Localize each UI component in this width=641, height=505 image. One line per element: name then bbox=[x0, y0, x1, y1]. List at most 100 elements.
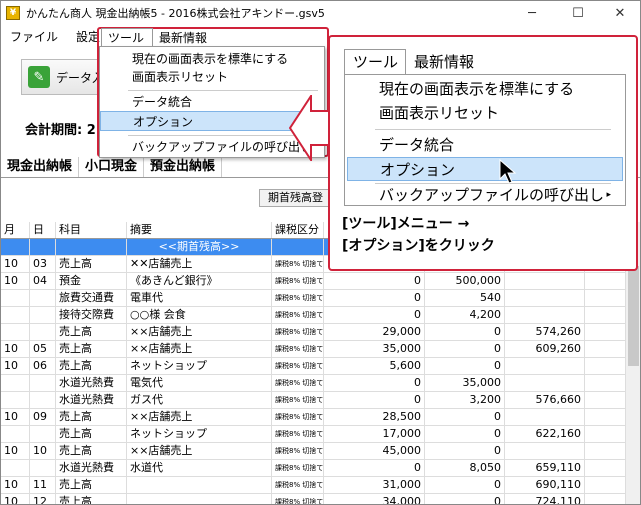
table-body: <<期首残高>> 10 03 売上高 ✕✕店舗売上 課税8% 切捨て 10 04 預金 《あきんど… bbox=[1, 239, 625, 504]
cell-account: 旅費交通費 bbox=[56, 290, 127, 306]
tab-petty-cash[interactable]: 小口現金 bbox=[79, 157, 145, 177]
cell-tax: 課税8% 切捨て bbox=[272, 392, 324, 408]
cell-day: 10 bbox=[30, 443, 56, 459]
cell-description: ××店舗売上 bbox=[127, 409, 272, 425]
table-row[interactable]: 10 06 売上高 ネットショップ 課税8% 切捨て 5,600 0 bbox=[1, 358, 625, 375]
cell-tax: 課税8% 切捨て bbox=[272, 341, 324, 357]
menu-separator bbox=[128, 90, 318, 91]
table-row[interactable]: 水道光熱費 ガス代 課税8% 切捨て 0 3,200 576,660 bbox=[1, 392, 625, 409]
cell-expense: 0 bbox=[425, 358, 505, 374]
cell-day: 05 bbox=[30, 341, 56, 357]
table-row[interactable]: 10 12 売上高 課税8% 切捨て 34,000 0 724,110 bbox=[1, 494, 625, 504]
cell-expense: 35,000 bbox=[425, 375, 505, 391]
cell-balance: 622,160 bbox=[505, 426, 585, 442]
cell-day bbox=[30, 375, 56, 391]
cell-expense: 500,000 bbox=[425, 273, 505, 289]
cell-expense: 4,200 bbox=[425, 307, 505, 323]
cell-expense: 8,050 bbox=[425, 460, 505, 476]
cell-month: 10 bbox=[1, 443, 30, 459]
cell-tax: 課税8% 切捨て bbox=[272, 375, 324, 391]
zoom-item-load-backup: バックアップファイルの呼び出し ▸ bbox=[345, 183, 625, 207]
cell-month bbox=[1, 392, 30, 408]
cell-balance: 690,110 bbox=[505, 477, 585, 493]
zoom-tool-dropdown: 現在の画面表示を標準にする 画面表示リセット データ統合 オプション バックアッ… bbox=[344, 74, 626, 206]
cell-balance: 659,110 bbox=[505, 460, 585, 476]
table-row[interactable]: 水道光熱費 水道代 課税8% 切捨て 0 8,050 659,110 bbox=[1, 460, 625, 477]
maximize-button[interactable]: ☐ bbox=[557, 1, 599, 25]
cell-month: 10 bbox=[1, 358, 30, 374]
zoom-callout: ツール 最新情報 現在の画面表示を標準にする 画面表示リセット データ統合 オプ… bbox=[328, 35, 638, 271]
cell-tax: 課税8% 切捨て bbox=[272, 358, 324, 374]
close-button[interactable]: ✕ bbox=[599, 1, 640, 25]
cell-tax bbox=[272, 239, 324, 255]
cell-tax: 課税8% 切捨て bbox=[272, 273, 324, 289]
col-day: 日 bbox=[30, 222, 56, 238]
cell-account: 水道光熱費 bbox=[56, 375, 127, 391]
opening-balance-button[interactable]: 期首残高登 bbox=[259, 189, 339, 207]
zoom-item-reset-view: 画面表示リセット bbox=[379, 104, 500, 122]
tab-deposit-ledger[interactable]: 預金出納帳 bbox=[144, 157, 223, 177]
cell-balance: 609,260 bbox=[505, 341, 585, 357]
accounting-period-label: 会計期間: 2 bbox=[25, 123, 96, 138]
cell-income: 31,000 bbox=[324, 477, 425, 493]
cell-income: 0 bbox=[324, 290, 425, 306]
cell-month: 10 bbox=[1, 409, 30, 425]
cell-description: ××店舗売上 bbox=[127, 324, 272, 340]
cell-month bbox=[1, 290, 30, 306]
cell-tax: 課税8% 切捨て bbox=[272, 409, 324, 425]
table-row[interactable]: 10 09 売上高 ××店舗売上 課税8% 切捨て 28,500 0 bbox=[1, 409, 625, 426]
cell-account: 水道光熱費 bbox=[56, 392, 127, 408]
menu-news[interactable]: 最新情報 bbox=[159, 28, 207, 48]
cell-month: 10 bbox=[1, 494, 30, 504]
zoom-item-load-backup-label: バックアップファイルの呼び出し bbox=[379, 186, 605, 204]
cell-account: 売上高 bbox=[56, 426, 127, 442]
cell-balance bbox=[505, 290, 585, 306]
cell-tax: 課税8% 切捨て bbox=[272, 290, 324, 306]
table-row[interactable]: 10 05 売上高 ××店舗売上 課税8% 切捨て 35,000 0 609,260 bbox=[1, 341, 625, 358]
cell-month bbox=[1, 375, 30, 391]
minimize-button[interactable]: ─ bbox=[511, 1, 553, 25]
menu-tool[interactable]: ツール bbox=[101, 28, 153, 48]
table-row[interactable]: 10 11 売上高 課税8% 切捨て 31,000 0 690,110 bbox=[1, 477, 625, 494]
table-row[interactable]: 売上高 ××店舗売上 課税8% 切捨て 29,000 0 574,260 bbox=[1, 324, 625, 341]
table-row[interactable]: 水道光熱費 電気代 課税8% 切捨て 0 35,000 bbox=[1, 375, 625, 392]
cell-day bbox=[30, 324, 56, 340]
tab-cash-ledger[interactable]: 現金出納帳 bbox=[1, 157, 80, 177]
cell-day: 06 bbox=[30, 358, 56, 374]
app-icon: ¥ bbox=[6, 6, 20, 20]
cell-description bbox=[127, 477, 272, 493]
scrollbar-thumb[interactable] bbox=[628, 266, 639, 366]
menu-file[interactable]: ファイル bbox=[1, 26, 67, 48]
cell-description: ××店舗売上 bbox=[127, 443, 272, 459]
cell-income: 35,000 bbox=[324, 341, 425, 357]
cell-tax: 課税8% 切捨て bbox=[272, 443, 324, 459]
caption-line-2: [オプション]をクリック bbox=[342, 238, 495, 254]
cell-expense: 540 bbox=[425, 290, 505, 306]
cell-day bbox=[30, 460, 56, 476]
table-row[interactable]: 10 04 預金 《あきんど銀行》 課税8% 切捨て 0 500,000 bbox=[1, 273, 625, 290]
table-row[interactable]: 旅費交通費 電車代 課税8% 切捨て 0 540 bbox=[1, 290, 625, 307]
cell-account: 売上高 bbox=[56, 494, 127, 504]
cell-account: 接待交際費 bbox=[56, 307, 127, 323]
menu-item-reset-view[interactable]: 画面表示リセット bbox=[100, 67, 324, 87]
window-title: かんたん商人 現金出納帳5 - 2016株式会社アキンドー.gsv5 bbox=[26, 7, 325, 20]
cell-balance bbox=[505, 409, 585, 425]
cell-description bbox=[127, 494, 272, 504]
cell-income: 34,000 bbox=[324, 494, 425, 504]
data-entry-button[interactable]: ✎ データ入 bbox=[21, 59, 109, 95]
cell-description: ○○様 会食 bbox=[127, 307, 272, 323]
cell-day: 04 bbox=[30, 273, 56, 289]
cell-month bbox=[1, 239, 30, 255]
table-row[interactable]: 10 10 売上高 ××店舗売上 課税8% 切捨て 45,000 0 bbox=[1, 443, 625, 460]
cell-balance bbox=[505, 358, 585, 374]
cell-income: 0 bbox=[324, 375, 425, 391]
col-description: 摘要 bbox=[127, 222, 272, 238]
cell-account: 売上高 bbox=[56, 358, 127, 374]
menu-item-set-default-view[interactable]: 現在の画面表示を標準にする bbox=[100, 49, 324, 69]
cell-month bbox=[1, 460, 30, 476]
pencil-icon: ✎ bbox=[28, 66, 50, 88]
cell-day bbox=[30, 290, 56, 306]
table-row[interactable]: 接待交際費 ○○様 会食 課税8% 切捨て 0 4,200 bbox=[1, 307, 625, 324]
table-row[interactable]: 売上高 ネットショップ 課税8% 切捨て 17,000 0 622,160 bbox=[1, 426, 625, 443]
cell-tax: 課税8% 切捨て bbox=[272, 477, 324, 493]
